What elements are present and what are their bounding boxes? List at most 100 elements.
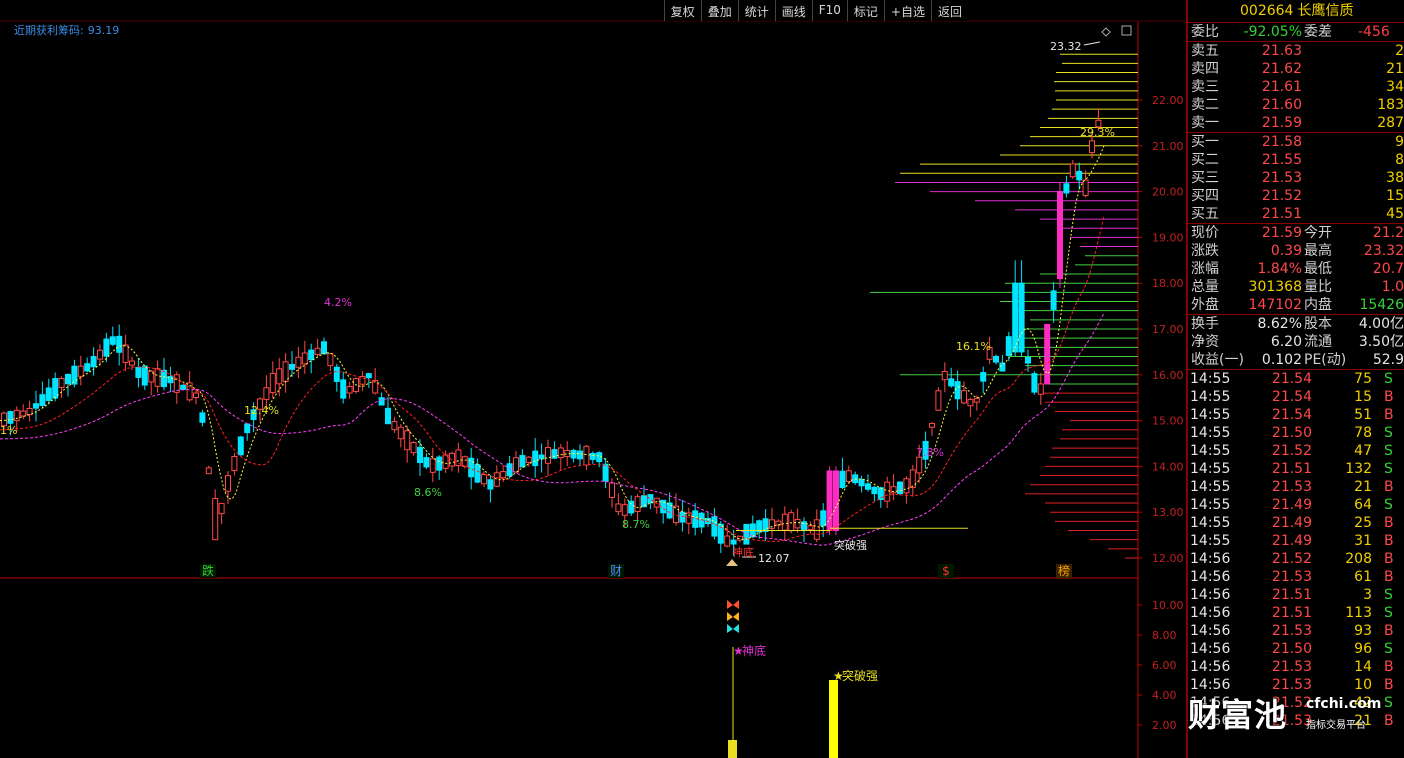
candle-body <box>615 503 622 513</box>
toolbar-button-1[interactable]: 叠加 <box>700 0 738 21</box>
candle-body <box>493 472 500 487</box>
stock-code: 002664 <box>1240 3 1294 19</box>
candle-body <box>1037 383 1044 395</box>
ask-row-value: 21.60 <box>1261 97 1302 113</box>
fund-row-value2: 3.50亿 <box>1358 334 1404 350</box>
quote-row-label2: 量比 <box>1304 279 1332 295</box>
fund-row: 净资 6.20 流通 3.50亿 <box>1188 333 1404 351</box>
toolbar-button-0[interactable]: 复权 <box>663 0 701 21</box>
candlestick <box>237 435 244 456</box>
candlestick <box>244 423 251 441</box>
candlestick <box>506 455 513 479</box>
ask-row-label: 卖五 <box>1191 43 1219 59</box>
tick-volume: 93 <box>1354 623 1372 639</box>
tick-price: 21.51 <box>1271 605 1312 621</box>
candlestick <box>397 424 404 448</box>
butterfly-icon <box>727 600 739 609</box>
candle-body <box>295 356 302 368</box>
fund-row-label2: 股本 <box>1304 316 1332 332</box>
bid-volume: 15 <box>1386 188 1404 204</box>
candlestick <box>897 481 903 496</box>
bottom-signal-bar <box>728 740 737 758</box>
candle-body <box>237 436 244 456</box>
candle-body <box>378 397 385 406</box>
tick-side: B <box>1384 677 1394 693</box>
candle-body <box>154 368 161 387</box>
watermark-url: cfchi.com <box>1306 696 1382 712</box>
candle-body <box>423 457 430 468</box>
quote-row: 涨跌 0.39 最高 23.32 <box>1188 242 1404 260</box>
candlestick <box>103 332 110 363</box>
candle-body <box>679 511 686 523</box>
tick-time: 14:56 <box>1190 659 1231 675</box>
tick-side: B <box>1384 515 1394 531</box>
candlestick <box>84 357 91 373</box>
candlestick <box>109 326 116 347</box>
ask-row: 卖四 21.62 21 <box>1188 60 1404 78</box>
candle-body <box>506 463 513 477</box>
toolbar-button-2[interactable]: 统计 <box>737 0 775 21</box>
candlestick <box>449 451 455 472</box>
quote-row-label2: 内盘 <box>1304 297 1332 313</box>
chart-area[interactable]: 22.00 21.00 20.00 19.00 18.00 17.00 16.00 15.00… <box>0 0 1186 758</box>
tick-side: B <box>1384 659 1394 675</box>
ask-row-value: 21.63 <box>1261 43 1302 59</box>
weibi-row-value2: -456 <box>1358 24 1390 40</box>
bid-row-value: 21.51 <box>1261 206 1302 222</box>
candlestick <box>519 449 526 468</box>
candle-body <box>7 411 14 424</box>
candle-body <box>532 450 539 467</box>
candle-body <box>794 518 801 529</box>
tick-time: 14:56 <box>1190 641 1231 657</box>
candlestick <box>801 517 807 543</box>
candle-body <box>551 449 558 459</box>
toolbar-button-4[interactable]: F10 <box>811 0 847 21</box>
candle-body <box>589 452 596 460</box>
ask-row-value: 21.59 <box>1261 115 1302 131</box>
candlestick <box>647 494 654 510</box>
candle-body <box>327 353 334 367</box>
bid-row: 买四 21.52 15 <box>1188 187 1404 205</box>
candlestick <box>97 344 103 366</box>
ask-row-label: 卖一 <box>1191 115 1219 131</box>
candle-body <box>807 525 814 530</box>
tick-side: S <box>1384 371 1393 387</box>
candlestick <box>794 508 801 533</box>
candlestick <box>653 497 660 514</box>
tick-volume: 15 <box>1354 389 1372 405</box>
quote-row-value2: 1.0 <box>1381 279 1404 295</box>
candlestick <box>993 354 999 365</box>
tick-row: 14:55 21.49 64 S <box>1188 496 1404 514</box>
toolbar-button-5[interactable]: 标记 <box>846 0 884 21</box>
toolbar-button-7[interactable]: 返回 <box>930 0 968 21</box>
candlestick <box>589 451 596 464</box>
candlestick <box>1063 175 1070 198</box>
tick-list[interactable]: 14:55 21.54 75 S 14:55 21.54 15 B 14:55 21.54 51 B 1… <box>1188 369 1404 730</box>
candlestick <box>212 489 219 541</box>
tick-time: 14:55 <box>1190 389 1231 405</box>
candle-body <box>321 341 327 355</box>
candle-body <box>58 378 65 388</box>
candle-body <box>263 387 270 400</box>
weibi-row-label: 委比 <box>1191 24 1219 40</box>
quote-row: 涨幅 1.84% 最低 20.7 <box>1188 260 1404 278</box>
kline-chart[interactable]: 22.00 21.00 20.00 19.00 18.00 17.00 16.00 15.00… <box>0 0 1186 758</box>
high-price-label: 23.32 <box>1050 40 1082 53</box>
candlestick <box>429 447 436 483</box>
bid-row-label: 买一 <box>1191 134 1219 150</box>
bid-row-value: 21.52 <box>1261 188 1302 204</box>
candle-body <box>129 360 135 366</box>
toolbar-button-6[interactable]: +自选 <box>883 0 931 21</box>
candle-body <box>173 374 180 393</box>
candle-body <box>410 441 417 454</box>
toolbar-button-3[interactable]: 画线 <box>774 0 812 21</box>
candlestick <box>282 353 289 393</box>
candle-body <box>1005 336 1012 357</box>
candlestick <box>743 523 750 545</box>
quote-row: 外盘 147102 内盘 15426 <box>1188 296 1404 314</box>
tick-price: 21.49 <box>1271 497 1312 513</box>
candle-body <box>711 516 718 537</box>
candle-body <box>583 445 590 466</box>
fundamentals-block: 换手 8.62% 股本 4.00亿 净资 6.20 流通 3.50亿 收益(一) 0.102 PE(… <box>1188 314 1404 369</box>
quote-row-label2: 最高 <box>1304 243 1332 259</box>
